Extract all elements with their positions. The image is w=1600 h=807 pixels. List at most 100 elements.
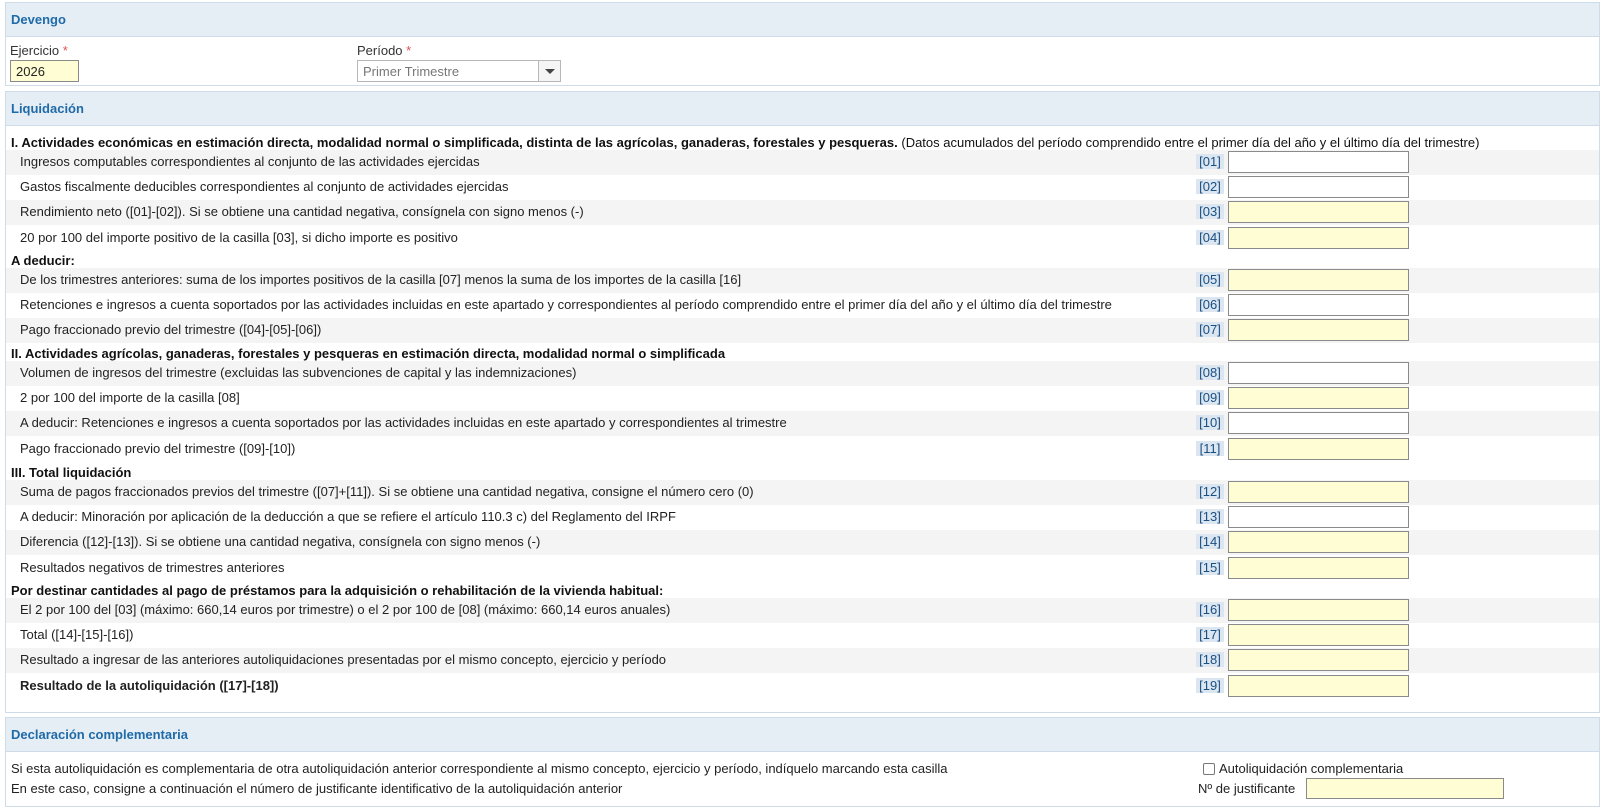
casilla-input[interactable] [1228,362,1409,384]
periodo-label: Período * [357,43,412,58]
liquidacion-row: Total ([14]-[15]-[16]) [17] [6,623,1599,648]
casilla-code: [16] [1196,602,1224,617]
complementaria-text-1: Si esta autoliquidación es complementari… [11,761,948,776]
casilla-code: [04] [1196,229,1224,245]
casilla-code: [03] [1196,204,1224,220]
periodo-selected-value: Primer Trimestre [363,64,460,79]
casilla-input[interactable] [1228,624,1409,647]
row-label: Total ([14]-[15]-[16]) [20,627,134,643]
liquidacion-header: Liquidación [6,92,1599,126]
liquidacion-row: Pago fraccionado previo del trimestre ([… [6,437,1599,462]
casilla-input[interactable] [1228,151,1409,173]
complementaria-text-2: En este caso, consigne a continuación el… [11,781,623,796]
casilla-input[interactable] [1228,269,1409,291]
deducir-title: A deducir: [11,253,75,268]
liquidacion-row: Rendimiento neto ([01]-[02]). Si se obti… [6,200,1599,226]
casilla-code: [07] [1196,322,1224,338]
casilla-code: [14] [1196,534,1224,550]
periodo-select[interactable]: Primer Trimestre [357,60,561,82]
casilla-code: [01] [1196,154,1224,169]
casilla-code: [05] [1196,272,1224,287]
row-label: A deducir: Minoración por aplicación de … [20,509,676,525]
section-2-title: II. Actividades agrícolas, ganaderas, fo… [11,346,726,361]
casilla-code: [15] [1196,559,1224,575]
row-label: Ingresos computables correspondientes al… [20,154,480,169]
liquidacion-row: Resultados negativos de trimestres anter… [6,556,1599,581]
row-label: A deducir: Retenciones e ingresos a cuen… [20,415,787,431]
casilla-code: [11] [1196,440,1224,456]
casilla-input[interactable] [1228,649,1409,672]
liquidacion-row: De los trimestres anteriores: suma de lo… [6,268,1599,293]
liquidacion-row: Volumen de ingresos del trimestre (exclu… [6,361,1599,386]
casilla-input[interactable] [1228,176,1409,199]
devengo-header: Devengo [6,3,1599,37]
row-label: Gastos fiscalmente deducibles correspond… [20,179,509,195]
row-label: Resultados negativos de trimestres anter… [20,559,285,575]
complementaria-checkbox[interactable] [1203,763,1215,775]
liquidacion-row: Diferencia ([12]-[13]). Si se obtiene un… [6,530,1599,556]
casilla-code: [17] [1196,627,1224,643]
casilla-input[interactable] [1228,294,1409,317]
row-label: 2 por 100 del importe de la casilla [08] [20,390,240,406]
liquidacion-row: 20 por 100 del importe positivo de la ca… [6,226,1599,251]
row-label: El 2 por 100 del [03] (máximo: 660,14 eu… [20,602,671,617]
casilla-code: [06] [1196,297,1224,313]
justificante-input[interactable] [1306,778,1504,799]
justificante-label: Nº de justificante [1198,781,1296,796]
casilla-input[interactable] [1228,599,1409,621]
casilla-input[interactable] [1228,437,1409,460]
ejercicio-label: Ejercicio * [10,43,68,58]
casilla-input[interactable] [1228,226,1409,249]
liquidacion-panel: Liquidación I. Actividades económicas en… [5,91,1600,713]
section-1-title: I. Actividades económicas en estimación … [11,135,1480,150]
row-label: 20 por 100 del importe positivo de la ca… [20,229,458,245]
casilla-input[interactable] [1228,412,1409,435]
casilla-input[interactable] [1228,319,1409,342]
section-3-title: III. Total liquidación [11,465,132,480]
casilla-code: [10] [1196,415,1224,431]
casilla-code: [19] [1196,677,1224,693]
section-4-title: Por destinar cantidades al pago de prést… [11,583,664,598]
casilla-code: [02] [1196,179,1224,195]
casilla-input[interactable] [1228,556,1409,579]
liquidacion-row: Ingresos computables correspondientes al… [6,150,1599,175]
row-label: Pago fraccionado previo del trimestre ([… [20,440,296,456]
row-label: Diferencia ([12]-[13]). Si se obtiene un… [20,534,541,550]
liquidacion-row: Pago fraccionado previo del trimestre ([… [6,318,1599,344]
liquidacion-row: El 2 por 100 del [03] (máximo: 660,14 eu… [6,598,1599,623]
complementaria-checkbox-label: Autoliquidación complementaria [1219,761,1404,776]
casilla-input[interactable] [1228,201,1409,224]
row-label: Suma de pagos fraccionados previos del t… [20,484,754,499]
casilla-code: [18] [1196,652,1224,668]
liquidacion-row: Gastos fiscalmente deducibles correspond… [6,175,1599,200]
liquidacion-row: Retenciones e ingresos a cuenta soportad… [6,293,1599,318]
casilla-input[interactable] [1228,531,1409,554]
casilla-input[interactable] [1228,506,1409,529]
casilla-input[interactable] [1228,674,1409,697]
row-label: Pago fraccionado previo del trimestre ([… [20,322,322,338]
casilla-code: [13] [1196,509,1224,525]
row-label: Rendimiento neto ([01]-[02]). Si se obti… [20,204,584,220]
row-label: Volumen de ingresos del trimestre (exclu… [20,365,577,380]
row-label: De los trimestres anteriores: suma de lo… [20,272,742,287]
casilla-code: [12] [1196,484,1224,499]
liquidacion-row: Resultado a ingresar de las anteriores a… [6,648,1599,674]
casilla-input[interactable] [1228,387,1409,410]
casilla-input[interactable] [1228,481,1409,503]
row-label: Retenciones e ingresos a cuenta soportad… [20,297,1112,313]
liquidacion-row: A deducir: Minoración por aplicación de … [6,505,1599,530]
row-label: Resultado a ingresar de las anteriores a… [20,652,667,668]
chevron-down-icon [545,69,555,74]
casilla-code: [09] [1196,390,1224,406]
row-label: Resultado de la autoliquidación ([17]-[1… [20,677,279,693]
devengo-panel: Devengo Ejercicio * Período * Primer Tri… [5,2,1600,86]
liquidacion-row: Suma de pagos fraccionados previos del t… [6,480,1599,505]
liquidacion-row: A deducir: Retenciones e ingresos a cuen… [6,411,1599,437]
complementaria-header: Declaración complementaria [6,718,1599,752]
liquidacion-row: Resultado de la autoliquidación ([17]-[1… [6,674,1599,699]
periodo-dropdown-button[interactable] [538,61,560,81]
casilla-code: [08] [1196,365,1224,380]
complementaria-panel: Declaración complementaria Si esta autol… [5,717,1600,807]
ejercicio-input[interactable] [10,60,79,82]
liquidacion-row: 2 por 100 del importe de la casilla [08]… [6,386,1599,411]
